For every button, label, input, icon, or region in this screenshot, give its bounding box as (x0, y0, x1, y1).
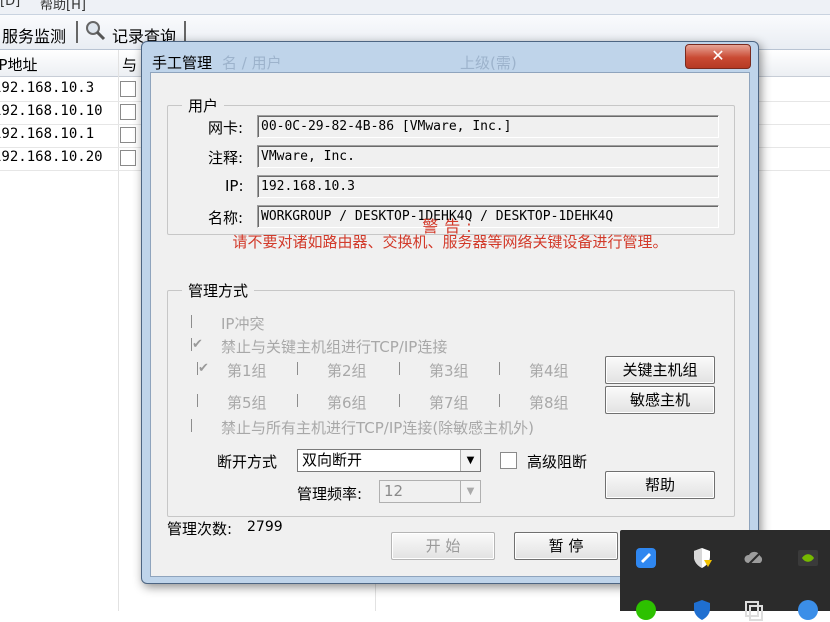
col-relation[interactable]: 与 (122, 54, 137, 75)
menu-item-d[interactable]: [D] (0, 0, 20, 9)
nvidia-icon[interactable] (796, 546, 820, 570)
group-2-label: 第2组 (327, 362, 367, 380)
start-button[interactable]: 开 始 (391, 532, 495, 560)
row-ip: 192.168.10.10 (0, 103, 103, 119)
disconnect-label: 断开方式 (217, 453, 278, 471)
dropdown-arrow-icon[interactable]: ▼ (460, 481, 480, 502)
ghost-tab: 名 / 用户 (222, 54, 282, 72)
ip-field[interactable]: 192.168.10.3 (257, 175, 719, 198)
note-field[interactable]: VMware, Inc. (257, 145, 719, 168)
row-checkbox[interactable] (120, 81, 136, 97)
group-7-checkbox[interactable] (399, 394, 413, 407)
frequency-label: 管理频率: (297, 485, 363, 503)
sensitive-host-button[interactable]: 敏感主机 (605, 386, 715, 414)
manual-manage-dialog: 手工管理 名 / 用户 上级(需) ✕ 用户 网卡: 00-0C-29-82-4… (141, 41, 759, 584)
group-6-checkbox[interactable] (297, 394, 311, 407)
help-button[interactable]: 帮助 (605, 471, 715, 499)
warning-text: 请不要对诸如路由器、交换机、服务器等网络关键设备进行管理。 (232, 233, 668, 251)
block-all-label: 禁止与所有主机进行TCP/IP连接(除敏感主机外) (221, 419, 535, 437)
nic-label: 网卡: (208, 119, 244, 137)
group-1-label: 第1组 (227, 362, 267, 380)
system-tray-overflow (620, 530, 830, 621)
group-4-checkbox[interactable] (499, 362, 513, 375)
key-host-group-button[interactable]: 关键主机组 (605, 356, 715, 384)
close-button[interactable]: ✕ (685, 44, 751, 69)
block-key-groups-label: 禁止与关键主机组进行TCP/IP连接 (221, 338, 448, 356)
ip-label: IP: (225, 177, 244, 195)
row-ip: 192.168.10.20 (0, 149, 103, 165)
group-4-label: 第4组 (529, 362, 569, 380)
row-checkbox[interactable] (120, 104, 136, 120)
disconnect-mode-value: 双向断开 (302, 451, 363, 469)
ghost-tab: 上级(需) (460, 54, 517, 72)
group-5-label: 第5组 (227, 394, 267, 412)
manage-count-label: 管理次数: (167, 520, 233, 538)
row-checkbox[interactable] (120, 150, 136, 166)
toolbar-service-monitor[interactable]: 服务监测 (2, 23, 66, 47)
manage-count-value: 2799 (247, 519, 283, 535)
block-all-checkbox[interactable] (191, 419, 205, 432)
nic-field[interactable]: 00-0C-29-82-4B-86 [VMware, Inc.] (257, 115, 719, 138)
advanced-block-label: 高级阻断 (527, 453, 588, 471)
toolbar-separator (76, 21, 78, 43)
group-3-checkbox[interactable] (399, 362, 413, 375)
wechat-icon[interactable] (634, 598, 658, 622)
frequency-value: 12 (384, 482, 404, 500)
group-1-checkbox[interactable]: ✔ (197, 362, 211, 375)
row-ip: 192.168.10.1 (0, 126, 95, 142)
onedrive-cloud-icon[interactable] (742, 546, 766, 570)
info-icon[interactable] (796, 598, 820, 622)
group-8-label: 第8组 (529, 394, 569, 412)
group-3-label: 第3组 (429, 362, 469, 380)
toolbar-separator (184, 21, 186, 43)
dialog-title: 手工管理 (152, 54, 213, 72)
blue-app-icon[interactable] (634, 546, 658, 570)
dialog-client-area: 用户 网卡: 00-0C-29-82-4B-86 [VMware, Inc.] … (150, 72, 750, 577)
frequency-select[interactable]: 12 ▼ (379, 480, 481, 503)
ip-conflict-checkbox[interactable] (191, 315, 205, 328)
group-5-checkbox[interactable] (197, 394, 211, 407)
group-2-checkbox[interactable] (297, 362, 311, 375)
magnifier-icon[interactable] (84, 19, 106, 41)
row-ip: 192.168.10.3 (0, 80, 95, 96)
copy-icon[interactable] (742, 598, 766, 622)
col-ip-address[interactable]: IP地址 (0, 54, 37, 75)
pause-button[interactable]: 暂 停 (514, 532, 618, 560)
app-menubar: [D] 帮助[H] (0, 0, 830, 15)
defender-icon[interactable] (690, 598, 714, 622)
row-checkbox[interactable] (120, 127, 136, 143)
note-label: 注释: (208, 149, 244, 167)
group-8-checkbox[interactable] (499, 394, 513, 407)
disconnect-mode-select[interactable]: 双向断开 ▼ (297, 449, 481, 472)
menu-item-help[interactable]: 帮助[H] (40, 0, 86, 13)
security-shield-icon[interactable] (690, 546, 714, 570)
ip-conflict-label: IP冲突 (221, 315, 265, 333)
dropdown-arrow-icon[interactable]: ▼ (460, 450, 480, 471)
user-group-legend: 用户 (188, 97, 219, 115)
manage-mode-legend: 管理方式 (188, 282, 249, 300)
group-7-label: 第7组 (429, 394, 469, 412)
block-key-groups-checkbox[interactable]: ✔ (191, 338, 205, 351)
advanced-block-checkbox[interactable] (500, 452, 517, 469)
group-6-label: 第6组 (327, 394, 367, 412)
